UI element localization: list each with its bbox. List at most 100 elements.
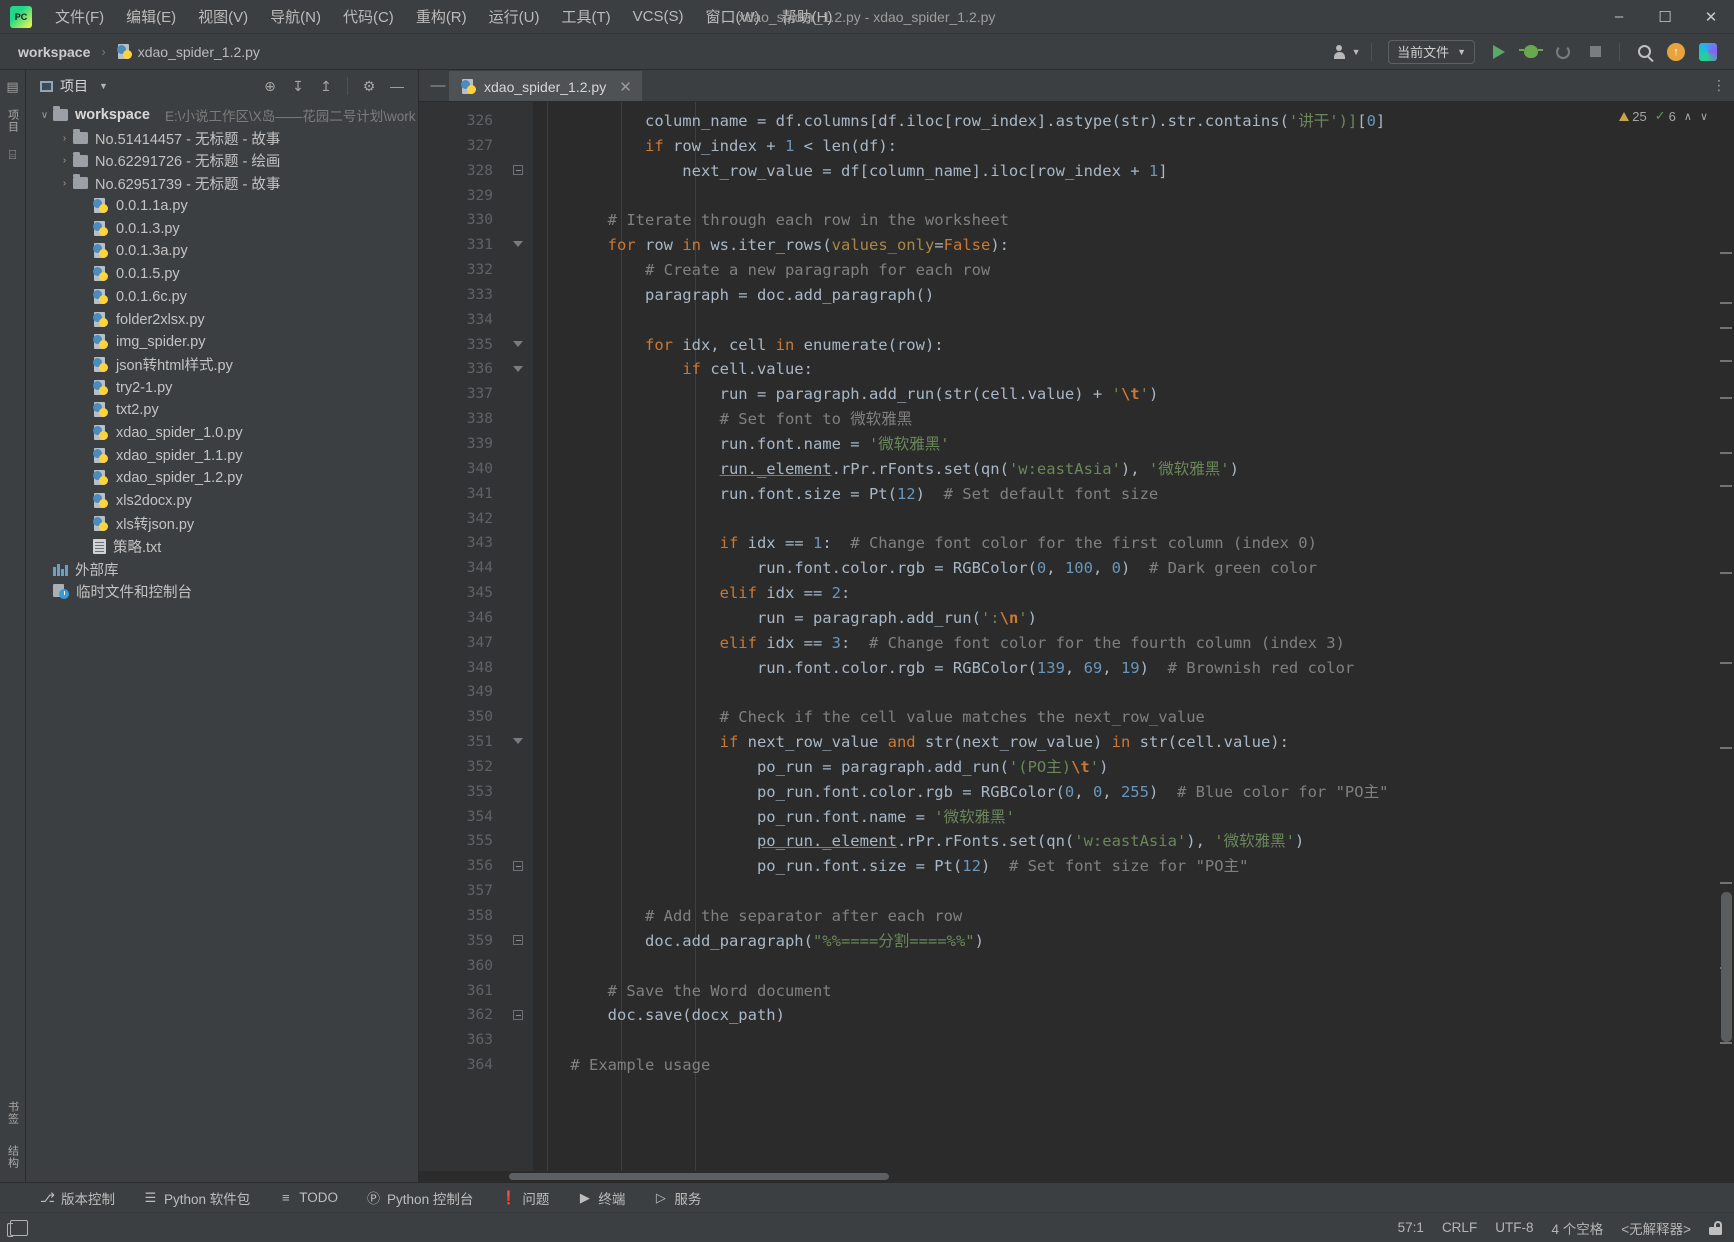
vertical-scrollbar-thumb[interactable] <box>1721 892 1732 1042</box>
stop-button[interactable] <box>1581 39 1609 65</box>
tree-item-11[interactable]: json转html样式.py <box>26 354 418 377</box>
code-line[interactable]: doc.add_paragraph("%%====分割====%%") <box>533 929 1716 954</box>
tree-item-17[interactable]: xls2docx.py <box>26 490 418 513</box>
update-icon[interactable]: ↑ <box>1662 39 1690 65</box>
code-content[interactable]: column_name = df.columns[df.iloc[row_ind… <box>533 102 1716 1182</box>
code-line[interactable]: po_run = paragraph.add_run('(PO主)\t') <box>533 755 1716 780</box>
close-button[interactable]: ✕ <box>1688 0 1734 34</box>
horizontal-scrollbar[interactable] <box>419 1171 1734 1182</box>
fold-gutter[interactable] <box>507 102 533 1182</box>
tool-terminal[interactable]: ▶ 终端 <box>573 1186 629 1210</box>
code-line[interactable]: run._element.rPr.rFonts.set(qn('w:eastAs… <box>533 457 1716 482</box>
code-line[interactable]: run.font.color.rgb = RGBColor(139, 69, 1… <box>533 656 1716 681</box>
left-strip-bookmarks-label[interactable]: 书签 <box>5 1098 21 1128</box>
code-line[interactable]: if row_index + 1 < len(df): <box>533 134 1716 159</box>
code-line[interactable]: po_run.font.size = Pt(12) # Set font siz… <box>533 854 1716 879</box>
tree-item-8[interactable]: 0.0.1.6c.py <box>26 286 418 309</box>
menu-tools[interactable]: 工具(T) <box>550 2 621 31</box>
code-line[interactable]: paragraph = doc.add_paragraph() <box>533 283 1716 308</box>
project-tool-icon[interactable]: ▤ <box>4 78 22 96</box>
menu-vcs[interactable]: VCS(S) <box>622 4 695 29</box>
code-line[interactable]: next_row_value = df[column_name].iloc[ro… <box>533 159 1716 184</box>
fold-marker[interactable] <box>513 239 525 251</box>
unlock-icon[interactable] <box>1709 1220 1722 1235</box>
check-count[interactable]: ✓ 6 <box>1655 108 1676 124</box>
tool-version-control[interactable]: ⎇ 版本控制 <box>36 1186 119 1210</box>
expand-arrow-icon[interactable]: › <box>56 133 73 144</box>
file-encoding[interactable]: UTF-8 <box>1495 1220 1533 1235</box>
code-line[interactable]: # Set font to 微软雅黑 <box>533 407 1716 432</box>
next-problem-icon[interactable]: ∨ <box>1700 110 1708 123</box>
tree-item-4[interactable]: 0.0.1.1a.py <box>26 195 418 218</box>
code-line[interactable]: if idx == 1: # Change font color for the… <box>533 531 1716 556</box>
tool-python-packages[interactable]: ☰ Python 软件包 <box>139 1186 254 1210</box>
code-line[interactable]: elif idx == 2: <box>533 581 1716 606</box>
menu-navigate[interactable]: 导航(N) <box>259 2 332 31</box>
code-line[interactable]: run = paragraph.add_run(':\n') <box>533 606 1716 631</box>
tree-item-3[interactable]: › No.62951739 - 无标题 - 故事 <box>26 172 418 195</box>
code-line[interactable]: # Iterate through each row in the worksh… <box>533 208 1716 233</box>
tree-item-10[interactable]: img_spider.py <box>26 331 418 354</box>
expand-all-icon[interactable]: ↧ <box>285 74 311 98</box>
menu-refactor[interactable]: 重构(R) <box>405 2 478 31</box>
tree-item-18[interactable]: xls转json.py <box>26 512 418 535</box>
code-line[interactable]: column_name = df.columns[df.iloc[row_ind… <box>533 109 1716 134</box>
run-configuration-selector[interactable]: 当前文件 ▼ <box>1388 39 1475 64</box>
code-line[interactable]: # Add the separator after each row <box>533 904 1716 929</box>
code-line[interactable] <box>533 680 1716 705</box>
code-line[interactable]: elif idx == 3: # Change font color for t… <box>533 631 1716 656</box>
code-line[interactable]: for row in ws.iter_rows(values_only=Fals… <box>533 233 1716 258</box>
minimize-button[interactable]: – <box>1596 0 1642 34</box>
code-line[interactable]: run.font.size = Pt(12) # Set default fon… <box>533 482 1716 507</box>
tree-item-0[interactable]: ∨ workspace E:\小说工作区\X岛——花园二号计划\work <box>26 104 418 127</box>
error-stripe[interactable] <box>1716 102 1734 1182</box>
fold-marker[interactable] <box>513 364 525 376</box>
expand-arrow-icon[interactable]: › <box>56 155 73 166</box>
rerun-button[interactable] <box>1549 39 1577 65</box>
code-line[interactable] <box>533 954 1716 979</box>
hide-panel-icon[interactable]: — <box>384 74 410 98</box>
code-line[interactable] <box>533 1028 1716 1053</box>
fold-marker[interactable] <box>513 860 525 873</box>
tree-item-9[interactable]: folder2xlsx.py <box>26 308 418 331</box>
gear-icon[interactable]: ⚙ <box>356 74 382 98</box>
code-line[interactable]: run.font.name = '微软雅黑' <box>533 432 1716 457</box>
tree-item-21[interactable]: 临时文件和控制台 <box>26 580 418 603</box>
line-separator[interactable]: CRLF <box>1442 1220 1477 1235</box>
tool-problems[interactable]: ❗ 问题 <box>497 1186 553 1210</box>
tree-item-12[interactable]: try2-1.py <box>26 376 418 399</box>
previous-problem-icon[interactable]: ∧ <box>1684 110 1692 123</box>
debug-button[interactable] <box>1517 39 1545 65</box>
run-button[interactable] <box>1485 39 1513 65</box>
fold-marker[interactable] <box>513 164 525 177</box>
fold-marker[interactable] <box>513 935 525 947</box>
code-line[interactable] <box>533 507 1716 532</box>
tool-services[interactable]: ▷ 服务 <box>649 1186 705 1210</box>
code-line[interactable]: # Save the Word document <box>533 979 1716 1004</box>
fold-marker[interactable] <box>513 1009 525 1022</box>
code-line[interactable]: run = paragraph.add_run(str(cell.value) … <box>533 382 1716 407</box>
project-panel-title[interactable]: 项目 ▼ <box>40 76 108 96</box>
code-line[interactable]: for idx, cell in enumerate(row): <box>533 333 1716 358</box>
menu-code[interactable]: 代码(C) <box>332 2 405 31</box>
code-line[interactable]: run.font.color.rgb = RGBColor(0, 100, 0)… <box>533 556 1716 581</box>
code-line[interactable] <box>533 308 1716 333</box>
collapse-editor-icon[interactable]: — <box>427 77 449 94</box>
expand-arrow-icon[interactable]: › <box>56 178 73 189</box>
fold-marker[interactable] <box>513 339 525 351</box>
tree-item-1[interactable]: › No.51414457 - 无标题 - 故事 <box>26 127 418 150</box>
code-line[interactable] <box>533 184 1716 209</box>
editor-tab-xdao-spider[interactable]: xdao_spider_1.2.py ✕ <box>449 70 642 101</box>
caret-position[interactable]: 57:1 <box>1398 1220 1424 1235</box>
indent-setting[interactable]: 4 个空格 <box>1551 1218 1603 1238</box>
code-line[interactable] <box>533 879 1716 904</box>
horizontal-scrollbar-thumb[interactable] <box>509 1173 889 1180</box>
tree-item-6[interactable]: 0.0.1.3a.py <box>26 240 418 263</box>
inspection-widget[interactable]: 25 ✓ 6 ∧ ∨ <box>1619 108 1708 124</box>
tree-item-19[interactable]: 策略.txt <box>26 535 418 558</box>
menu-file[interactable]: 文件(F) <box>44 2 115 31</box>
tree-item-7[interactable]: 0.0.1.5.py <box>26 263 418 286</box>
interpreter-selector[interactable]: <无解释器> <box>1621 1218 1691 1238</box>
close-icon[interactable]: ✕ <box>619 78 632 96</box>
left-strip-structure-label[interactable]: 结构 <box>5 1142 21 1172</box>
